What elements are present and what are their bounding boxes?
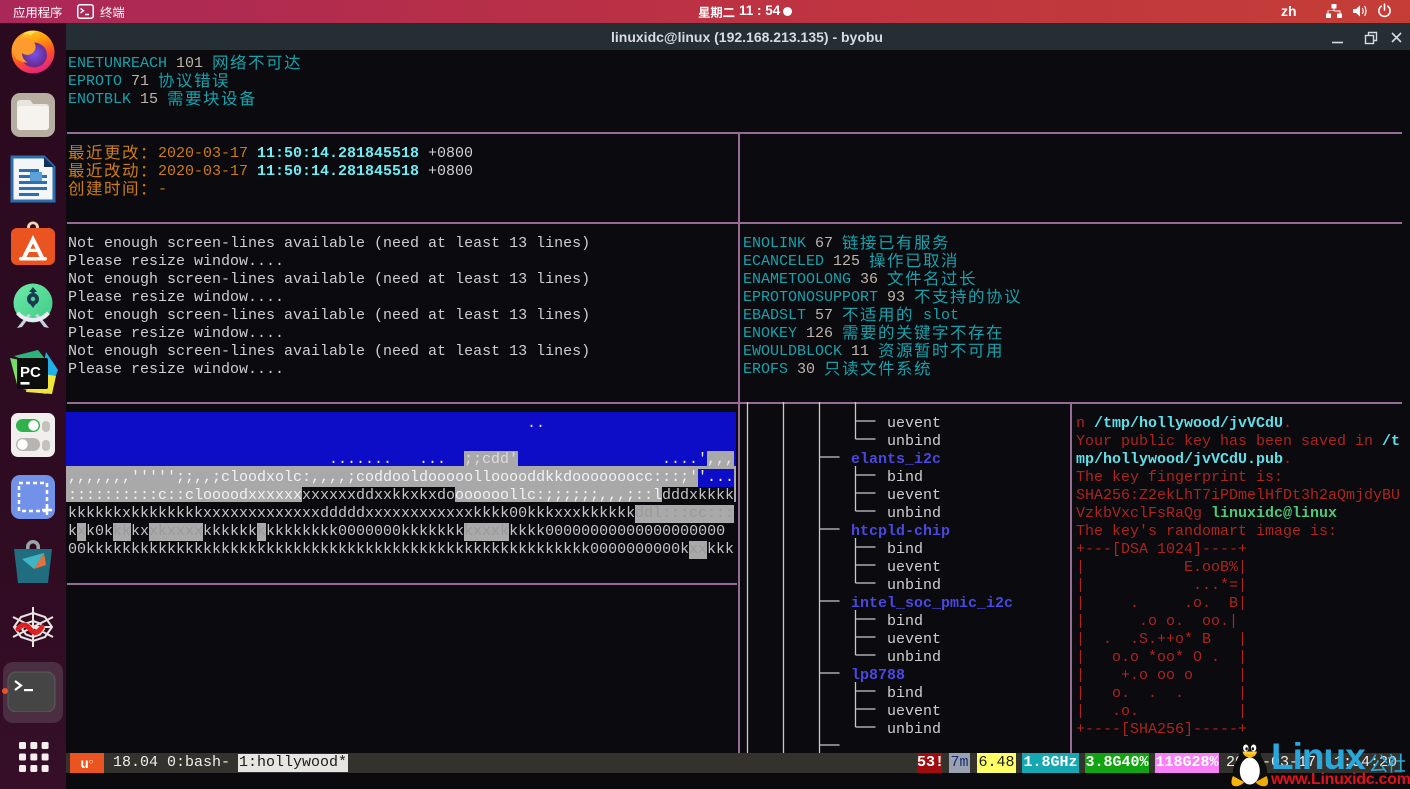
svg-text:PC: PC [20,364,41,381]
